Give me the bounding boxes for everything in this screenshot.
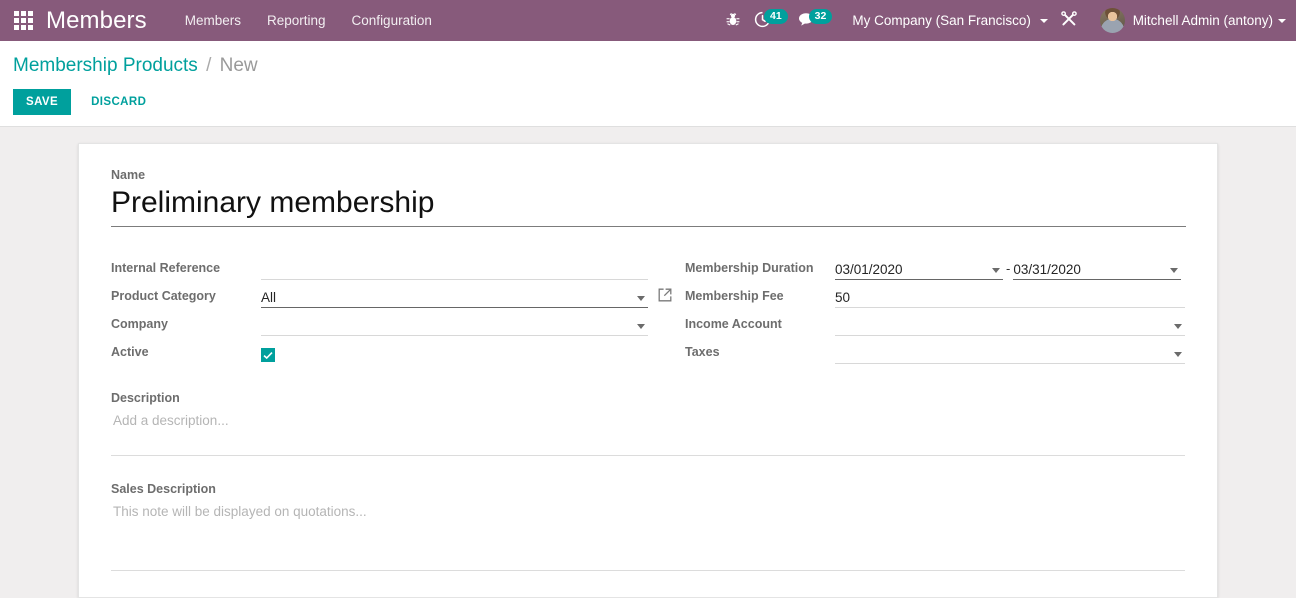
- field-internal-reference: Internal Reference: [111, 253, 648, 280]
- company-input[interactable]: [261, 315, 648, 336]
- breadcrumb: Membership Products / New: [13, 53, 1296, 79]
- chevron-down-icon[interactable]: [637, 296, 645, 301]
- section-divider: [111, 570, 1185, 571]
- active-checkbox[interactable]: [261, 348, 275, 362]
- membership-fee-label: Membership Fee: [685, 289, 784, 303]
- description-label: Description: [111, 391, 180, 405]
- internal-reference-label: Internal Reference: [111, 261, 221, 275]
- record-actions: SAVE DISCARD: [13, 89, 1296, 115]
- field-taxes: Taxes: [685, 337, 1185, 364]
- field-product-category: Product Category All: [111, 281, 672, 308]
- product-category-label: Product Category: [111, 289, 216, 303]
- chevron-down-icon[interactable]: [637, 324, 645, 329]
- menu-item-members[interactable]: Members: [185, 13, 241, 28]
- activity-menu-button[interactable]: 41: [750, 0, 794, 41]
- user-menu-button[interactable]: Mitchell Admin (antony): [1086, 8, 1286, 33]
- navbar-right-tools: 41 32 My Company (San Francisco) Mitchel…: [716, 0, 1286, 41]
- menu-item-reporting[interactable]: Reporting: [267, 13, 326, 28]
- menu-item-configuration[interactable]: Configuration: [352, 13, 432, 28]
- main-menu: Members Reporting Configuration: [185, 13, 432, 28]
- developer-tools-button[interactable]: [1052, 0, 1086, 41]
- form-column-right: Membership Duration 03/01/2020 - 03/31/2…: [648, 253, 1185, 365]
- sales-description-label: Sales Description: [111, 482, 216, 496]
- internal-reference-input[interactable]: [261, 259, 648, 280]
- company-label: Company: [111, 317, 168, 331]
- membership-duration-to-input[interactable]: 03/31/2020: [1013, 259, 1182, 280]
- chevron-down-icon[interactable]: [1170, 268, 1179, 273]
- sales-description-input[interactable]: This note will be displayed on quotation…: [111, 502, 1185, 546]
- form-view: Name Preliminary membership Internal Ref…: [0, 127, 1296, 598]
- breadcrumb-separator: /: [206, 55, 212, 76]
- breadcrumb-item-current: New: [219, 55, 258, 76]
- membership-fee-input[interactable]: 50: [835, 287, 1185, 308]
- messaging-menu-button[interactable]: 32: [794, 0, 839, 41]
- field-membership-duration: Membership Duration 03/01/2020 - 03/31/2…: [685, 253, 1185, 280]
- activity-count-badge: 41: [763, 8, 788, 24]
- tools-icon: [1060, 10, 1078, 31]
- name-label: Name: [111, 168, 146, 182]
- chevron-down-icon[interactable]: [992, 268, 1000, 273]
- avatar: [1099, 8, 1125, 33]
- product-category-input[interactable]: All: [261, 287, 648, 308]
- membership-duration-from-input[interactable]: 03/01/2020: [835, 259, 1003, 280]
- save-button[interactable]: SAVE: [13, 89, 72, 115]
- field-membership-fee: Membership Fee 50: [685, 281, 1185, 308]
- section-divider: [111, 455, 1185, 456]
- field-company: Company: [111, 309, 648, 336]
- description-input[interactable]: Add a description...: [111, 411, 1185, 431]
- date-range-separator: -: [1006, 261, 1011, 276]
- debug-menu-button[interactable]: [716, 0, 750, 41]
- sales-description-section: Sales Description This note will be disp…: [111, 482, 1185, 571]
- form-column-left: Internal Reference Product Category All: [111, 253, 672, 365]
- active-label: Active: [111, 345, 149, 359]
- taxes-label: Taxes: [685, 345, 720, 359]
- top-navbar: Members Members Reporting Configuration: [0, 0, 1296, 41]
- field-income-account: Income Account: [685, 309, 1185, 336]
- company-switcher-label: My Company (San Francisco): [852, 13, 1031, 28]
- income-account-label: Income Account: [685, 317, 782, 331]
- message-count-badge: 32: [808, 8, 833, 24]
- form-sheet: Name Preliminary membership Internal Ref…: [78, 143, 1218, 598]
- form-columns: Internal Reference Product Category All: [111, 253, 1185, 365]
- apps-menu-button[interactable]: [0, 0, 46, 41]
- chevron-down-icon: [1278, 18, 1286, 23]
- chevron-down-icon[interactable]: [1174, 324, 1182, 329]
- chevron-down-icon: [1039, 19, 1048, 24]
- chevron-down-icon[interactable]: [1174, 352, 1182, 357]
- name-input[interactable]: Preliminary membership: [111, 184, 1186, 227]
- external-link-icon[interactable]: [658, 288, 672, 305]
- app-brand-title[interactable]: Members: [46, 7, 147, 35]
- apps-grid-icon: [13, 11, 33, 30]
- taxes-input[interactable]: [835, 343, 1185, 364]
- income-account-input[interactable]: [835, 315, 1185, 336]
- discard-button[interactable]: DISCARD: [81, 89, 156, 115]
- name-field-group: Name Preliminary membership: [111, 168, 1186, 227]
- control-panel: Membership Products / New SAVE DISCARD: [0, 41, 1296, 127]
- user-menu-label: Mitchell Admin (antony): [1132, 13, 1273, 28]
- company-switcher[interactable]: My Company (San Francisco): [838, 13, 1051, 28]
- breadcrumb-item-membership-products[interactable]: Membership Products: [13, 55, 198, 76]
- description-section: Description Add a description...: [111, 391, 1185, 456]
- membership-duration-label: Membership Duration: [685, 261, 814, 275]
- field-active: Active: [111, 337, 648, 364]
- bug-icon: [726, 12, 740, 30]
